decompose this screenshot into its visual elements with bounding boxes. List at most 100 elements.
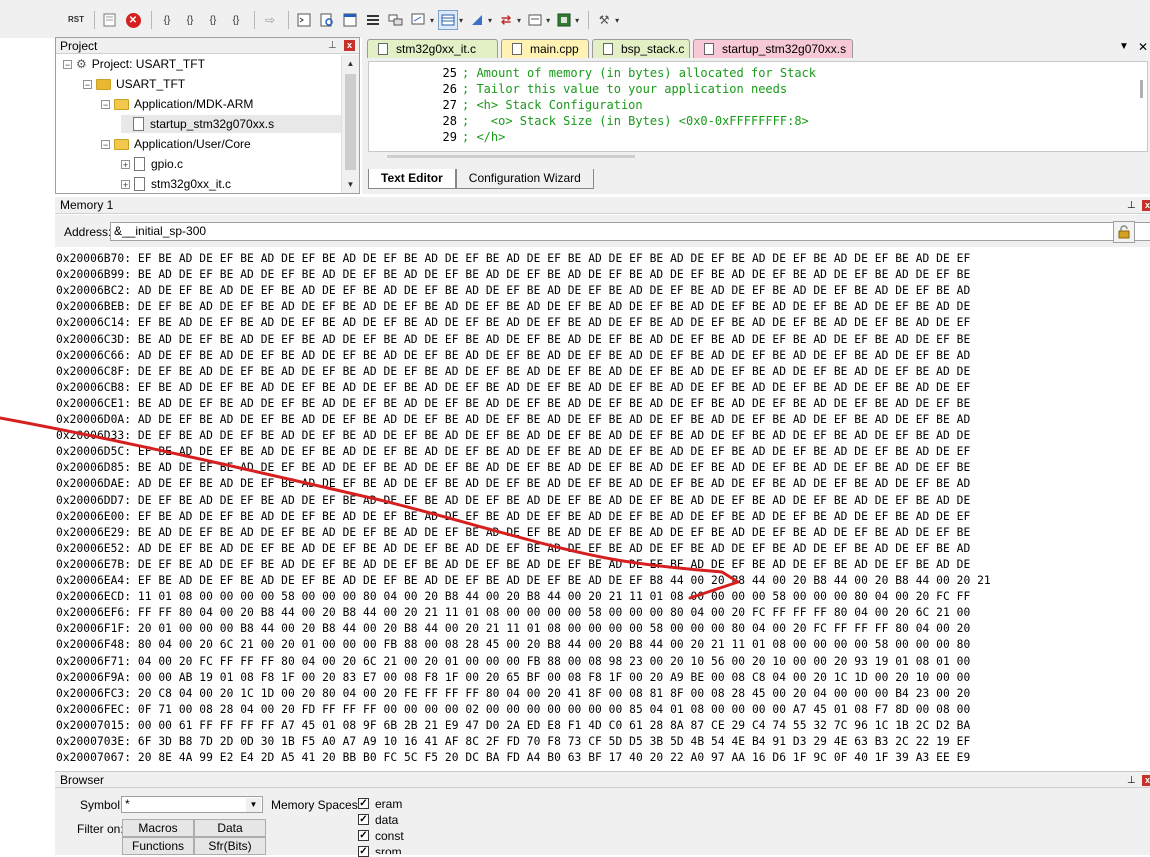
close-tab-icon[interactable]: ✕: [1138, 40, 1148, 54]
memory-row[interactable]: 0x20006BEB: DE EF BE AD DE EF BE AD DE E…: [56, 299, 970, 315]
memory-row[interactable]: 0x20006C66: AD DE EF BE AD DE EF BE AD D…: [56, 348, 970, 364]
const-checkbox[interactable]: ✓: [358, 830, 369, 841]
collapse-icon[interactable]: −: [101, 139, 110, 149]
scroll-thumb[interactable]: [345, 74, 356, 170]
tab-bsp-stack[interactable]: bsp_stack.c: [592, 39, 690, 58]
memory-row[interactable]: 0x20006C14: EF BE AD DE EF BE AD DE EF B…: [56, 315, 970, 331]
memory-row[interactable]: 0x20006D5C: EF BE AD DE EF BE AD DE EF B…: [56, 444, 970, 460]
trace-icon[interactable]: [525, 10, 545, 30]
toolbox-icon[interactable]: ⚒: [594, 10, 614, 30]
memory-row[interactable]: 0x2000703E: 6F 3D B8 7D 2D 0D 30 1B F5 A…: [56, 734, 970, 750]
data-checkbox[interactable]: ✓: [358, 814, 369, 825]
disassembly-icon[interactable]: [317, 10, 337, 30]
memory-row[interactable]: 0x20006B70: EF BE AD DE EF BE AD DE EF B…: [56, 251, 970, 267]
memory-row[interactable]: 0x20006D85: BE AD DE EF BE AD DE EF BE A…: [56, 460, 970, 476]
memory-row[interactable]: 0x20006EF6: FF FF 80 04 00 20 B8 44 00 2…: [56, 605, 970, 621]
tab-menu-icon[interactable]: ▼: [1119, 41, 1129, 52]
expand-icon[interactable]: +: [121, 179, 130, 189]
analysis-icon[interactable]: ⇄: [496, 10, 516, 30]
lock-button[interactable]: [1113, 221, 1135, 243]
tree-item-group-mdk-arm[interactable]: − Application/MDK-ARM: [101, 95, 253, 113]
symbol-combo[interactable]: * ▼: [121, 796, 263, 813]
functions-button[interactable]: Functions: [122, 837, 194, 855]
registers-icon[interactable]: [363, 10, 383, 30]
memory-row[interactable]: 0x20006EA4: EF BE AD DE EF BE AD DE EF B…: [56, 573, 991, 589]
memory-row[interactable]: 0x20007015: 00 00 61 FF FF FF FF A7 45 0…: [56, 718, 970, 734]
pin-icon[interactable]: ⊥: [328, 40, 337, 51]
address-input[interactable]: &__initial_sp-300: [110, 222, 1150, 241]
chevron-down-icon[interactable]: ▼: [246, 798, 261, 812]
memory-row[interactable]: 0x20006E29: BE AD DE EF BE AD DE EF BE A…: [56, 525, 970, 541]
tree-item-project[interactable]: − ⚙ Project: USART_TFT: [63, 55, 205, 73]
symbols-icon[interactable]: [340, 10, 360, 30]
memory-row[interactable]: 0x20006C8F: DE EF BE AD DE EF BE AD DE E…: [56, 364, 970, 380]
call-stack-icon[interactable]: [386, 10, 406, 30]
system-viewer-icon[interactable]: [554, 10, 574, 30]
code-view[interactable]: 25 ; Amount of memory (in bytes) allocate…: [368, 61, 1148, 152]
memory-row[interactable]: 0x20006ECD: 11 01 08 00 00 00 00 58 00 0…: [56, 589, 970, 605]
code-horizontal-scrollbar[interactable]: [387, 155, 635, 158]
scroll-up-icon[interactable]: ▲: [342, 55, 359, 72]
window-icon[interactable]: [100, 10, 120, 30]
macros-button[interactable]: Macros: [122, 819, 194, 837]
step-out-icon[interactable]: {}: [203, 10, 223, 30]
memory-row[interactable]: 0x20006E7B: DE EF BE AD DE EF BE AD DE E…: [56, 557, 970, 573]
tab-stm32g0xx-it[interactable]: stm32g0xx_it.c: [367, 39, 498, 58]
collapse-icon[interactable]: −: [83, 79, 92, 89]
serial-icon[interactable]: [467, 10, 487, 30]
address-label: Address:: [64, 225, 112, 239]
memory-row[interactable]: 0x20006FC3: 20 C8 04 00 20 1C 1D 00 20 8…: [56, 686, 970, 702]
collapse-icon[interactable]: −: [63, 59, 72, 69]
memory-row[interactable]: 0x20007067: 20 8E 4A 99 E2 E4 2D A5 41 2…: [56, 750, 970, 766]
tab-main-cpp[interactable]: main.cpp: [501, 39, 589, 58]
code-scroll-thumb[interactable]: [1140, 80, 1143, 98]
memory-row[interactable]: 0x20006FEC: 0F 71 00 08 28 04 00 20 FD F…: [56, 702, 970, 718]
run-to-cursor-icon[interactable]: {}: [226, 10, 246, 30]
memory-row[interactable]: 0x20006CE1: BE AD DE EF BE AD DE EF BE A…: [56, 396, 970, 412]
stop-icon[interactable]: ✕: [123, 10, 143, 30]
memory-row[interactable]: 0x20006F1F: 20 01 00 00 00 B8 44 00 20 B…: [56, 621, 970, 637]
eram-checkbox[interactable]: ✓: [358, 798, 369, 809]
collapse-icon[interactable]: −: [101, 99, 110, 109]
close-panel-button[interactable]: x: [1142, 200, 1150, 211]
tab-text-editor[interactable]: Text Editor: [368, 169, 456, 189]
tab-configuration-wizard[interactable]: Configuration Wizard: [455, 169, 594, 189]
watch-icon[interactable]: [409, 10, 429, 30]
memory-row[interactable]: 0x20006E00: EF BE AD DE EF BE AD DE EF B…: [56, 509, 970, 525]
reset-icon[interactable]: RST: [66, 10, 86, 30]
tree-item-gpio[interactable]: + gpio.c: [121, 155, 183, 173]
tab-startup[interactable]: startup_stm32g070xx.s: [693, 39, 853, 58]
close-panel-button[interactable]: x: [1142, 775, 1150, 786]
command-window-icon[interactable]: [294, 10, 314, 30]
memory-row[interactable]: 0x20006F71: 04 00 20 FC FF FF FF 80 04 0…: [56, 654, 970, 670]
memory-icon[interactable]: [438, 10, 459, 30]
memory-row[interactable]: 0x20006DAE: AD DE EF BE AD DE EF BE AD D…: [56, 476, 970, 492]
pin-icon[interactable]: ⊥: [1127, 197, 1136, 214]
pin-icon[interactable]: ⊥: [1127, 772, 1136, 789]
tree-item-startup-file[interactable]: startup_stm32g070xx.s: [121, 115, 343, 133]
tree-item-it[interactable]: + stm32g0xx_it.c: [121, 175, 231, 193]
memory-view[interactable]: 0x20006B70: EF BE AD DE EF BE AD DE EF B…: [55, 248, 1150, 768]
data-button[interactable]: Data: [194, 819, 266, 837]
memory-row[interactable]: 0x20006C3D: BE AD DE EF BE AD DE EF BE A…: [56, 332, 970, 348]
tree-item-group-user-core[interactable]: − Application/User/Core: [101, 135, 251, 153]
tree-item-target[interactable]: − USART_TFT: [83, 75, 185, 93]
memory-row[interactable]: 0x20006B99: BE AD DE EF BE AD DE EF BE A…: [56, 267, 970, 283]
memory-row[interactable]: 0x20006BC2: AD DE EF BE AD DE EF BE AD D…: [56, 283, 970, 299]
memory-row[interactable]: 0x20006DD7: DE EF BE AD DE EF BE AD DE E…: [56, 493, 970, 509]
memory-row[interactable]: 0x20006CB8: EF BE AD DE EF BE AD DE EF B…: [56, 380, 970, 396]
memory-row[interactable]: 0x20006D33: DE EF BE AD DE EF BE AD DE E…: [56, 428, 970, 444]
srom-checkbox[interactable]: ✓: [358, 846, 369, 857]
memory-row[interactable]: 0x20006F48: 80 04 00 20 6C 21 00 20 01 0…: [56, 637, 970, 653]
arrow-icon[interactable]: ⇨: [260, 10, 280, 30]
step-into-icon[interactable]: {}: [157, 10, 177, 30]
step-over-icon[interactable]: {}: [180, 10, 200, 30]
memory-row[interactable]: 0x20006D0A: AD DE EF BE AD DE EF BE AD D…: [56, 412, 970, 428]
close-panel-button[interactable]: x: [344, 40, 355, 51]
sfr-bits-button[interactable]: Sfr(Bits): [194, 837, 266, 855]
memory-row[interactable]: 0x20006E52: AD DE EF BE AD DE EF BE AD D…: [56, 541, 970, 557]
expand-icon[interactable]: +: [121, 159, 130, 169]
scroll-down-icon[interactable]: ▼: [342, 176, 359, 193]
memory-row[interactable]: 0x20006F9A: 00 00 AB 19 01 08 F8 1F 00 2…: [56, 670, 970, 686]
project-scrollbar[interactable]: ▲ ▼: [341, 55, 359, 193]
